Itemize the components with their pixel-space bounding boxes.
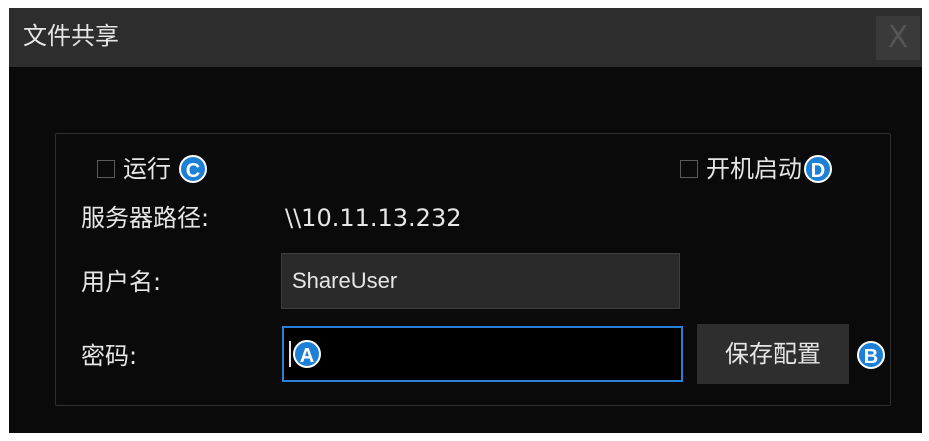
- server-path-value: \\10.11.13.232: [285, 204, 462, 232]
- password-label: 密码:: [81, 342, 138, 370]
- save-config-button[interactable]: 保存配置: [697, 324, 849, 384]
- autostart-label: 开机启动: [706, 155, 802, 183]
- callout-a-badge: A: [293, 340, 321, 368]
- callout-c-badge: C: [179, 155, 207, 183]
- callout-b-badge: B: [857, 341, 885, 369]
- run-option[interactable]: 运行 C: [97, 154, 207, 184]
- dialog-title: 文件共享: [23, 22, 119, 50]
- close-button[interactable]: X: [876, 16, 920, 60]
- username-field[interactable]: ShareUser: [281, 253, 680, 309]
- password-field[interactable]: A: [282, 326, 683, 382]
- title-bar: 文件共享 X: [9, 8, 922, 67]
- autostart-checkbox[interactable]: [680, 160, 698, 178]
- run-checkbox[interactable]: [97, 160, 115, 178]
- server-path-label: 服务器路径:: [81, 204, 210, 232]
- username-label: 用户名:: [81, 268, 162, 296]
- callout-d-badge: D: [804, 155, 832, 183]
- text-caret: [289, 341, 291, 367]
- run-label: 运行: [123, 155, 171, 183]
- file-share-dialog: 文件共享 X 运行 C 开机启动 D 服务器路径: \\10.11.13.232…: [9, 8, 922, 433]
- autostart-option[interactable]: 开机启动 D: [680, 154, 832, 184]
